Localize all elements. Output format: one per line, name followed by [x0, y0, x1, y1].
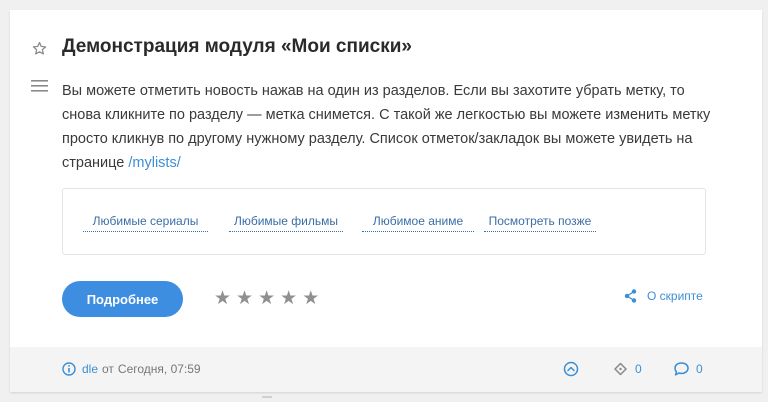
rating-star-2[interactable]: ★ — [236, 289, 253, 308]
comments-counter[interactable]: 0 — [673, 361, 703, 377]
date-prefix: от — [102, 362, 114, 376]
star-outline-icon[interactable] — [29, 38, 49, 58]
article-title[interactable]: Демонстрация модуля «Мои списки» — [62, 36, 412, 58]
repost-icon — [612, 361, 629, 377]
share-link[interactable]: О скрипте — [624, 289, 703, 303]
mylists-link[interactable]: /mylists/ — [128, 155, 180, 171]
repost-counter[interactable]: 0 — [612, 361, 642, 377]
rating-star-1[interactable]: ★ — [214, 289, 231, 308]
list-item-favorite-anime[interactable]: Любимое аниме — [362, 214, 474, 232]
list-item-favorite-series[interactable]: Любимые сериалы — [83, 214, 208, 232]
more-button[interactable]: Подробнее — [62, 281, 183, 317]
news-card: Демонстрация модуля «Мои списки» Вы може… — [10, 10, 762, 392]
info-icon — [62, 362, 76, 376]
divider — [262, 396, 272, 398]
rating-star-3[interactable]: ★ — [258, 289, 275, 308]
share-label: О скрипте — [647, 289, 703, 303]
lists-panel: Любимые сериалы Любимые фильмы Любимое а… — [62, 188, 706, 255]
rating-star-5[interactable]: ★ — [302, 289, 319, 308]
article-description: Вы можете отметить новость нажав на один… — [62, 79, 712, 175]
hamburger-menu-icon[interactable] — [29, 76, 49, 96]
publish-date: Сегодня, 07:59 — [117, 362, 201, 376]
share-icon — [624, 289, 637, 303]
rating-up-button[interactable] — [563, 361, 579, 377]
author-info: dle от Сегодня, 07:59 — [62, 362, 201, 376]
article-footer: dle от Сегодня, 07:59 0 0 — [10, 347, 762, 392]
speech-bubble-icon — [673, 361, 690, 377]
author-name[interactable]: dle — [82, 362, 98, 376]
repost-count: 0 — [635, 362, 642, 376]
rating-stars: ★ ★ ★ ★ ★ — [214, 289, 319, 308]
chevron-up-circle-icon — [563, 361, 579, 377]
list-item-favorite-movies[interactable]: Любимые фильмы — [229, 214, 343, 232]
comments-count: 0 — [696, 362, 703, 376]
rating-star-4[interactable]: ★ — [280, 289, 297, 308]
list-item-watch-later[interactable]: Посмотреть позже — [484, 214, 596, 232]
